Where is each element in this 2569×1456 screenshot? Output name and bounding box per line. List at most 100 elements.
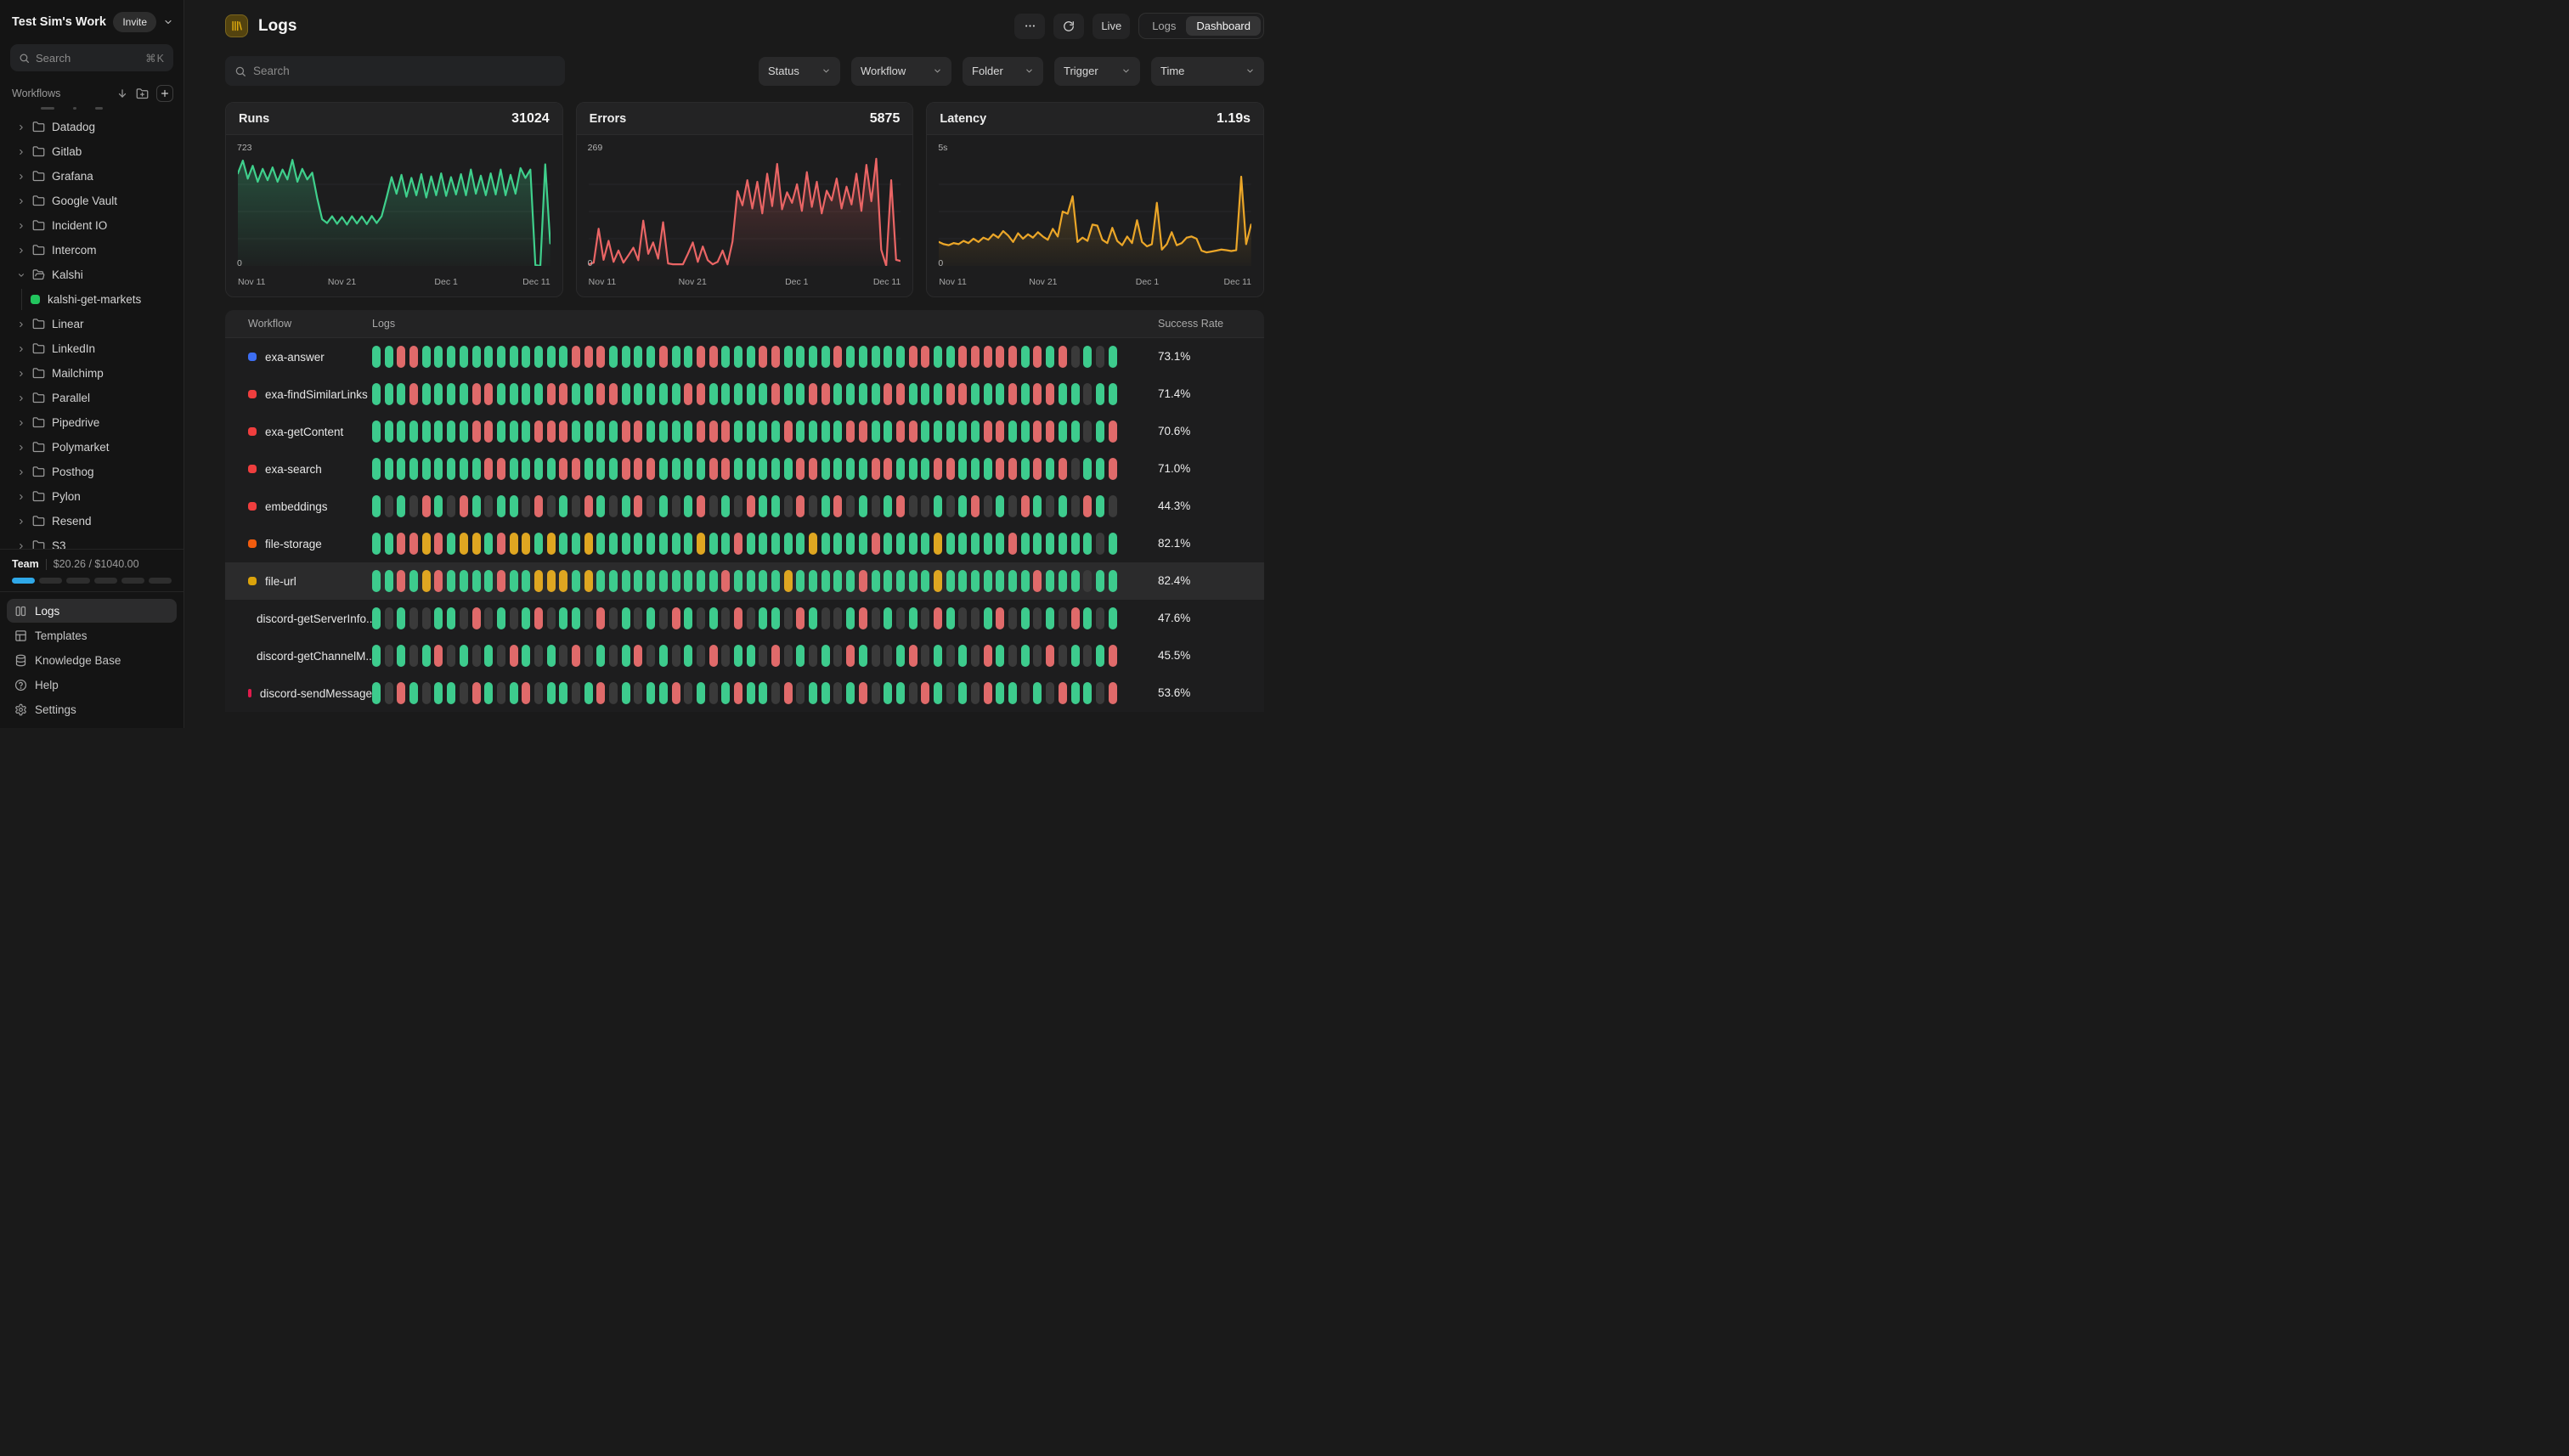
toggle-option-dashboard[interactable]: Dashboard (1186, 16, 1261, 36)
success-rate-cell: 71.4% (1158, 387, 1264, 402)
refresh-button[interactable] (1053, 14, 1084, 39)
log-bar (659, 533, 668, 555)
log-bar (1071, 420, 1080, 443)
log-bar (1033, 645, 1042, 667)
nav-item-templates[interactable]: Templates (7, 624, 177, 647)
workspace-chevron-down-icon[interactable] (163, 17, 173, 27)
log-bar (747, 383, 755, 405)
log-bar (472, 607, 481, 629)
log-bar (833, 495, 842, 517)
table-row-exa-search[interactable]: exa-search71.0% (225, 450, 1264, 488)
logs-search-input[interactable] (253, 65, 556, 77)
log-bar (534, 495, 543, 517)
folder-label: Kalshi (52, 268, 83, 281)
log-bar (372, 495, 381, 517)
sidebar-folder-pylon[interactable]: Pylon (7, 484, 177, 509)
table-row-exa-getcontent[interactable]: exa-getContent70.6% (225, 413, 1264, 450)
log-bar (796, 420, 805, 443)
table-row-discord-sendmessage[interactable]: discord-sendMessage53.6% (225, 674, 1264, 712)
log-bar (1096, 383, 1104, 405)
new-folder-icon[interactable] (136, 87, 149, 100)
log-bar (672, 495, 680, 517)
sidebar-folder-resend[interactable]: Resend (7, 509, 177, 533)
log-bar (622, 607, 630, 629)
log-bar (771, 570, 780, 592)
log-bar (721, 420, 730, 443)
nav-item-settings[interactable]: Settings (7, 697, 177, 721)
usage-segment (66, 578, 89, 584)
sidebar-folder-parallel[interactable]: Parallel (7, 386, 177, 410)
log-bar (971, 495, 980, 517)
sidebar-folder-google-vault[interactable]: Google Vault (7, 189, 177, 213)
log-bars (372, 383, 1158, 405)
sidebar-search-input[interactable] (36, 52, 139, 65)
sidebar-folder-linkedin[interactable]: LinkedIn (7, 336, 177, 361)
sidebar-folder-intercom[interactable]: Intercom (7, 238, 177, 262)
sidebar-folder-s3[interactable]: S3 (7, 533, 177, 549)
filter-folder[interactable]: Folder (963, 57, 1043, 86)
log-bar (1109, 346, 1117, 368)
workflow-name: file-storage (265, 538, 322, 550)
log-bar (1059, 383, 1067, 405)
x-axis-labels: Nov 11Nov 21Dec 1Dec 11 (589, 277, 901, 289)
sidebar-folder-polymarket[interactable]: Polymarket (7, 435, 177, 460)
more-options-button[interactable] (1014, 14, 1045, 39)
log-bar (497, 383, 505, 405)
sidebar-folder-incident-io[interactable]: Incident IO (7, 213, 177, 238)
live-button[interactable]: Live (1093, 14, 1130, 39)
nav-item-logs[interactable]: Logs (7, 599, 177, 623)
log-bar (534, 645, 543, 667)
sidebar-folder-pipedrive[interactable]: Pipedrive (7, 410, 177, 435)
table-row-file-storage[interactable]: file-storage82.1% (225, 525, 1264, 562)
logs-cell (372, 458, 1158, 480)
sidebar-folder-datadog[interactable]: Datadog (7, 115, 177, 139)
filter-status[interactable]: Status (759, 57, 840, 86)
table-row-embeddings[interactable]: embeddings44.3% (225, 488, 1264, 525)
log-bar (1096, 682, 1104, 704)
workspace-name[interactable]: Test Sim's Works... (12, 15, 106, 29)
folder-icon (32, 392, 45, 404)
log-bar (659, 607, 668, 629)
sidebar-search[interactable]: ⌘K (10, 44, 173, 71)
sidebar-folder-grafana[interactable]: Grafana (7, 164, 177, 189)
y-axis-min-label: 0 (938, 258, 943, 268)
table-row-file-url[interactable]: file-url82.4% (225, 562, 1264, 600)
log-bar (872, 420, 880, 443)
sidebar-folder-gitlab[interactable]: Gitlab (7, 139, 177, 164)
sidebar-folder-linear[interactable]: Linear (7, 312, 177, 336)
table-row-discord-getserverinfo[interactable]: discord-getServerInfo...47.6% (225, 600, 1264, 637)
invite-button[interactable]: Invite (113, 12, 156, 32)
log-bar (822, 458, 830, 480)
table-row-exa-findsimilarlinks[interactable]: exa-findSimilarLinks71.4% (225, 375, 1264, 413)
chevron-right-icon (17, 148, 25, 156)
table-row-discord-getchannelm[interactable]: discord-getChannelM...45.5% (225, 637, 1264, 674)
nav-item-help[interactable]: Help (7, 673, 177, 697)
log-bar (497, 495, 505, 517)
log-bar (859, 420, 867, 443)
log-bar (534, 420, 543, 443)
log-bar (822, 682, 830, 704)
card-title: Latency (940, 112, 986, 126)
sort-descending-icon[interactable] (116, 87, 128, 99)
filter-time[interactable]: Time (1151, 57, 1264, 86)
filter-workflow[interactable]: Workflow (851, 57, 951, 86)
sidebar-workflow-item[interactable]: kalshi-get-markets (25, 287, 177, 312)
toggle-option-logs[interactable]: Logs (1142, 16, 1186, 36)
add-workflow-button[interactable] (156, 85, 173, 102)
log-bar (784, 420, 793, 443)
table-row-exa-answer[interactable]: exa-answer73.1% (225, 338, 1264, 375)
log-bar (609, 682, 618, 704)
log-bar (909, 383, 918, 405)
workflow-color-dot (248, 502, 257, 511)
sidebar-nav: LogsTemplatesKnowledge BaseHelpSettings (0, 591, 184, 728)
log-bar (385, 420, 393, 443)
chevron-right-icon (17, 222, 25, 230)
sidebar-folder-kalshi[interactable]: Kalshi (7, 262, 177, 287)
logs-search[interactable] (225, 56, 565, 86)
log-bar (422, 682, 431, 704)
sidebar-folder-posthog[interactable]: Posthog (7, 460, 177, 484)
log-bar (572, 645, 580, 667)
sidebar-folder-mailchimp[interactable]: Mailchimp (7, 361, 177, 386)
filter-trigger[interactable]: Trigger (1054, 57, 1140, 86)
nav-item-knowledge-base[interactable]: Knowledge Base (7, 648, 177, 672)
